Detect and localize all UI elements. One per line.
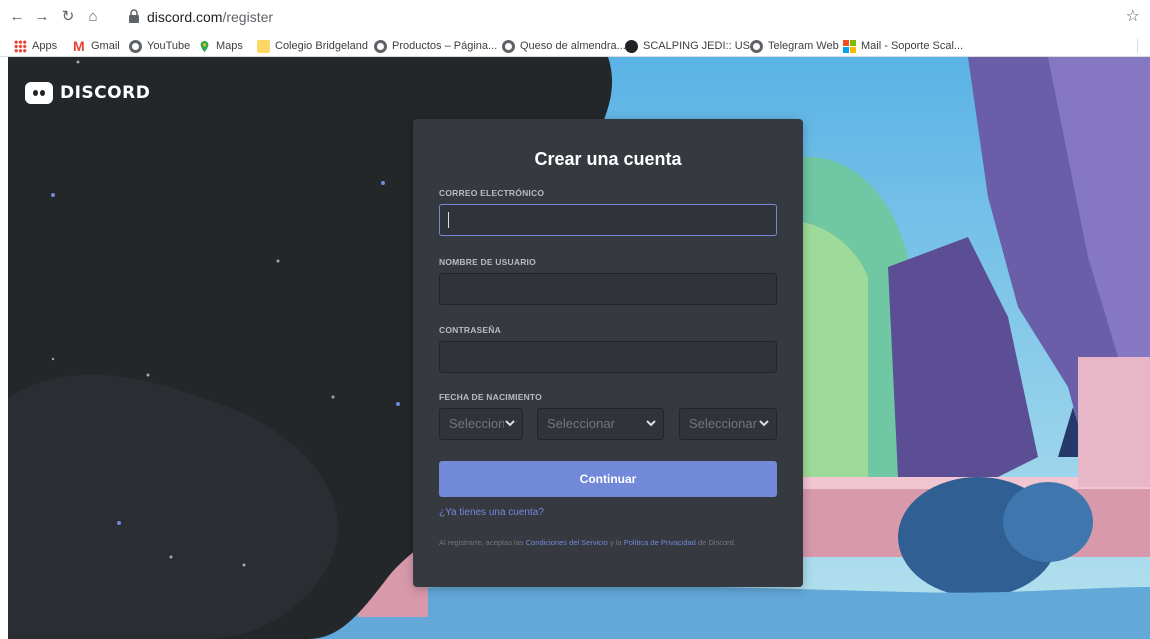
bookmark-gmail[interactable]: M Gmail bbox=[73, 38, 120, 54]
text-caret bbox=[448, 212, 449, 228]
username-label: NOMBRE DE USUARIO bbox=[439, 257, 536, 267]
bookmark-youtube[interactable]: YouTube bbox=[129, 38, 190, 54]
back-arrow-icon[interactable]: ← bbox=[8, 8, 26, 26]
maps-pin-icon bbox=[200, 40, 209, 52]
globe-icon bbox=[129, 39, 142, 53]
email-label: CORREO ELECTRÓNICO bbox=[439, 188, 545, 198]
chevron-down-icon bbox=[758, 409, 770, 439]
terms-middle: y la bbox=[609, 538, 622, 547]
bookmark-label: Maps bbox=[216, 40, 243, 52]
bookmark-scalping-jedi[interactable]: SCALPING JEDI:: US... bbox=[625, 38, 759, 54]
globe-icon bbox=[374, 39, 387, 53]
url-host: discord.com bbox=[147, 9, 223, 25]
bookmark-label: Gmail bbox=[91, 40, 120, 52]
logo-text: DISCORD bbox=[60, 83, 151, 103]
bookmark-apps[interactable]: Apps bbox=[14, 38, 57, 54]
bookmark-telegram[interactable]: Telegram Web bbox=[750, 38, 839, 54]
bookmark-label: Mail - Soporte Scal... bbox=[861, 40, 964, 52]
terms-prefix: Al registrarte, aceptas las bbox=[439, 538, 524, 547]
url-text: discord.com/register bbox=[147, 9, 273, 25]
discord-logo-icon bbox=[25, 82, 53, 104]
jedi-icon bbox=[625, 39, 638, 53]
terms-suffix: de Discord. bbox=[697, 538, 736, 547]
page-viewport: DISCORD Crear una cuenta CORREO ELECTRÓN… bbox=[8, 57, 1150, 639]
bookmark-label: YouTube bbox=[147, 40, 191, 52]
bookmark-productos[interactable]: Productos – Página... bbox=[374, 38, 497, 54]
month-select-value: Seleccionar bbox=[547, 416, 615, 431]
year-select[interactable]: Seleccionar bbox=[679, 408, 777, 440]
password-label: CONTRASEÑA bbox=[439, 325, 501, 335]
day-select[interactable]: Seleccionar bbox=[439, 408, 523, 440]
birthdate-label: FECHA DE NACIMIENTO bbox=[439, 392, 542, 402]
microsoft-icon bbox=[843, 39, 856, 53]
bookmark-label: Queso de almendra... bbox=[520, 40, 626, 52]
bookmark-star-icon[interactable]: ☆ bbox=[1126, 6, 1140, 26]
bookmark-label: Telegram Web bbox=[768, 40, 839, 52]
apps-grid-icon bbox=[14, 39, 27, 53]
bookmarks-divider bbox=[1137, 39, 1138, 53]
globe-icon bbox=[502, 39, 515, 53]
bookmark-label: Apps bbox=[32, 40, 58, 52]
discord-logo[interactable]: DISCORD bbox=[25, 82, 150, 104]
password-field[interactable] bbox=[439, 341, 777, 373]
bookmarks-bar: Apps M Gmail YouTube Maps Colegio Bridge… bbox=[0, 35, 1150, 57]
username-field[interactable] bbox=[439, 273, 777, 305]
continue-button[interactable]: Continuar bbox=[439, 461, 777, 497]
bookmark-label: SCALPING JEDI:: US... bbox=[643, 40, 760, 52]
bookmark-label: Productos – Página... bbox=[392, 40, 498, 52]
register-card: Crear una cuenta CORREO ELECTRÓNICO NOMB… bbox=[413, 119, 803, 587]
lock-icon bbox=[129, 9, 139, 23]
home-icon[interactable]: ⌂ bbox=[84, 8, 102, 26]
globe-icon bbox=[750, 39, 763, 53]
forward-arrow-icon[interactable]: → bbox=[33, 8, 51, 26]
page-title: Crear una cuenta bbox=[534, 149, 682, 169]
chevron-down-icon bbox=[504, 409, 516, 439]
bookmark-mail-soporte[interactable]: Mail - Soporte Scal... bbox=[843, 38, 963, 54]
browser-toolbar: ← → ↻ ⌂ discord.com/register ☆ bbox=[0, 0, 1150, 35]
chevron-down-icon bbox=[645, 409, 657, 439]
bookmark-label: Colegio Bridgeland bbox=[275, 40, 368, 52]
terms-of-service-link[interactable]: Condiciones del Servicio bbox=[526, 538, 608, 547]
email-field[interactable] bbox=[439, 204, 777, 236]
url-path: /register bbox=[222, 9, 274, 25]
bookmark-colegio[interactable]: Colegio Bridgeland bbox=[257, 38, 368, 54]
login-link[interactable]: ¿Ya tienes una cuenta? bbox=[439, 507, 544, 518]
bookmark-queso[interactable]: Queso de almendra... bbox=[502, 38, 626, 54]
gmail-icon: M bbox=[73, 37, 85, 54]
year-select-value: Seleccionar bbox=[689, 416, 757, 431]
terms-text: Al registrarte, aceptas las Condiciones … bbox=[439, 537, 777, 548]
privacy-policy-link[interactable]: Política de Privacidad bbox=[624, 538, 696, 547]
folder-icon bbox=[257, 39, 270, 53]
bookmark-maps[interactable]: Maps bbox=[198, 38, 243, 54]
month-select[interactable]: Seleccionar bbox=[537, 408, 664, 440]
address-bar[interactable]: discord.com/register ☆ bbox=[110, 5, 1140, 29]
reload-icon[interactable]: ↻ bbox=[59, 8, 77, 26]
